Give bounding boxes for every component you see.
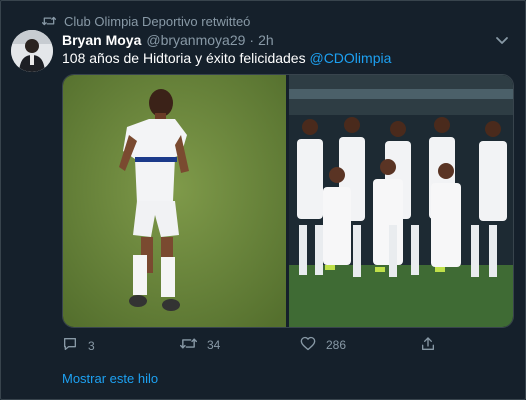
- retweet-label[interactable]: Club Olimpia Deportivo retwitteó: [64, 14, 250, 29]
- tweet-actions: 3 34 286: [62, 336, 442, 354]
- retweet-icon[interactable]: [180, 336, 197, 354]
- tweet-timestamp[interactable]: 2h: [258, 32, 274, 48]
- separator-dot: ·: [249, 32, 255, 48]
- tweet-header: Bryan Moya @bryanmoya29 · 2h: [62, 31, 274, 49]
- tweet-text: 108 años de Hidtoria y éxito felicidades…: [62, 49, 391, 67]
- media-photo-team[interactable]: [289, 75, 513, 327]
- show-thread-link[interactable]: Mostrar este hilo: [62, 371, 158, 386]
- share-action[interactable]: [420, 336, 436, 355]
- retweet-action[interactable]: 34: [180, 336, 220, 354]
- reply-action[interactable]: 3: [62, 336, 95, 355]
- retweet-context: Club Olimpia Deportivo retwitteó: [42, 13, 250, 29]
- author-name[interactable]: Bryan Moya: [62, 32, 141, 48]
- heart-icon[interactable]: [300, 336, 316, 354]
- retweet-icon: [42, 15, 56, 27]
- media-photo-player[interactable]: [63, 75, 286, 327]
- chevron-down-icon[interactable]: [494, 32, 510, 48]
- reply-count: 3: [88, 338, 95, 353]
- reply-icon[interactable]: [62, 336, 78, 355]
- retweet-count: 34: [207, 338, 221, 352]
- like-action[interactable]: 286: [300, 336, 346, 354]
- tweet-body: 108 años de Hidtoria y éxito felicidades: [62, 50, 306, 66]
- like-count: 286: [326, 338, 347, 352]
- tweet-media[interactable]: [62, 74, 514, 328]
- mention-link[interactable]: @CDOlimpia: [309, 50, 391, 66]
- author-handle[interactable]: @bryanmoya29: [146, 32, 245, 48]
- author-avatar[interactable]: [11, 30, 53, 72]
- share-icon[interactable]: [420, 336, 436, 355]
